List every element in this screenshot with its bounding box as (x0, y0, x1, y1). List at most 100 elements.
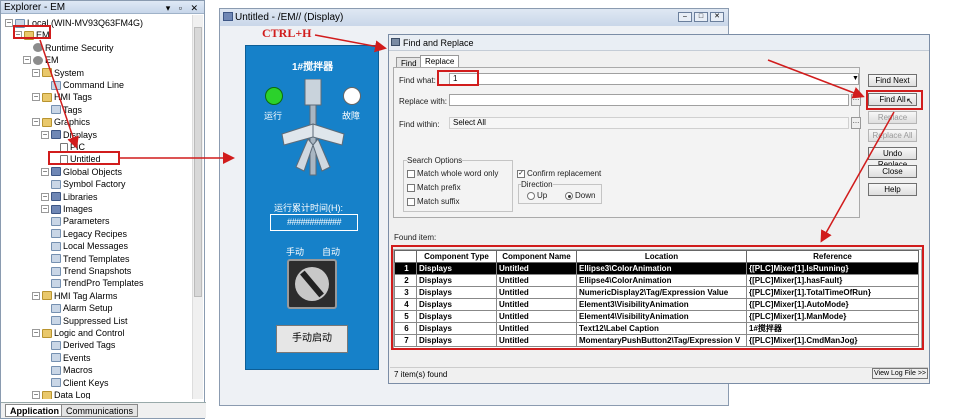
direction-up-option[interactable]: Up (527, 191, 547, 200)
view-log-button[interactable]: View Log File >> (872, 368, 928, 379)
explorer-window-controls[interactable]: ▾ ▫ ✕ (166, 2, 201, 15)
tree-item[interactable]: − Images (41, 203, 93, 215)
tree-item-label: Parameters (63, 216, 110, 227)
component-icon (51, 179, 61, 189)
find-within-input[interactable]: Select All (449, 117, 849, 129)
expand-toggle-icon[interactable]: − (41, 192, 49, 201)
minimize-button[interactable]: – (678, 12, 692, 22)
folder-icon (42, 390, 52, 399)
tree-item[interactable]: Local Messages (41, 240, 128, 252)
explorer-tree[interactable]: − Local (WIN-MV93Q63FM4G) − EM Runtime Secur… (1, 15, 191, 399)
tree-item[interactable]: − Global Objects (41, 166, 122, 178)
expand-toggle-icon[interactable]: − (32, 118, 40, 127)
expand-toggle-icon[interactable]: − (41, 205, 49, 213)
runtime-label: 运行累计时间(H): (274, 203, 343, 213)
match-prefix-option[interactable]: Match prefix (407, 183, 461, 192)
replace-with-input[interactable] (449, 94, 849, 106)
tree-item[interactable]: Symbol Factory (41, 178, 126, 190)
dialog-icon (391, 38, 400, 46)
expand-toggle-icon[interactable]: − (5, 19, 13, 27)
expand-toggle-icon[interactable]: − (32, 93, 40, 102)
tab-communications[interactable]: Communications (61, 404, 139, 417)
tree-item[interactable]: − Logic and Control (32, 327, 125, 339)
tree-item[interactable]: Legacy Recipes (41, 228, 127, 240)
expand-toggle-icon[interactable]: − (41, 130, 49, 139)
chevron-down-icon[interactable]: ▼ (851, 73, 860, 84)
highlight-find-what (437, 70, 479, 86)
expand-toggle-icon[interactable]: − (32, 68, 40, 77)
direction-up-radio[interactable] (527, 191, 535, 200)
tree-item[interactable]: Trend Templates (41, 253, 130, 265)
confirm-replacement-option[interactable]: ✓ Confirm replacement (517, 169, 601, 178)
tree-item-label: Global Objects (63, 166, 123, 177)
expand-toggle-icon[interactable]: − (41, 167, 49, 176)
tree-item[interactable]: TrendPro Templates (41, 277, 144, 289)
display-icon (51, 167, 61, 177)
folder-icon (42, 92, 52, 102)
match-whole-word-option[interactable]: Match whole word only (407, 169, 498, 178)
tree-item-label: Trend Templates (63, 253, 130, 264)
expand-toggle-icon[interactable]: − (23, 56, 31, 65)
tree-item[interactable]: − System (32, 67, 84, 79)
scroll-thumb[interactable] (194, 27, 202, 297)
tree-item[interactable]: Trend Snapshots (41, 265, 131, 277)
runtime-display: ############ (270, 214, 358, 231)
tree-item[interactable]: Suppressed List (41, 315, 128, 327)
tree-item[interactable]: − Libraries (41, 191, 98, 203)
direction-down-radio[interactable] (565, 191, 573, 200)
match-whole-word-checkbox[interactable] (407, 169, 415, 178)
explorer-scrollbar[interactable] (192, 15, 203, 399)
close-button[interactable]: ✕ (710, 12, 724, 22)
undo-replace-button[interactable]: Undo Replace (868, 147, 917, 169)
close-dialog-button[interactable]: Close (868, 165, 917, 178)
tree-item[interactable]: Command Line (41, 79, 124, 91)
maximize-button[interactable]: □ (694, 12, 708, 22)
tree-item[interactable]: − EM (23, 54, 59, 66)
tree-item-label: Events (63, 352, 91, 363)
direction-down-option[interactable]: Down (565, 191, 595, 200)
tree-item-label: Suppressed List (63, 315, 128, 326)
tree-item[interactable]: − Displays (41, 129, 97, 141)
component-icon (51, 266, 61, 276)
match-suffix-option[interactable]: Match suffix (407, 197, 460, 206)
replace-button[interactable]: Replace (868, 111, 917, 124)
component-icon (51, 254, 61, 264)
tree-item[interactable]: Runtime Security (23, 42, 114, 54)
tree-item[interactable]: − Data Log (32, 389, 91, 399)
match-prefix-checkbox[interactable] (407, 183, 415, 192)
component-icon (51, 229, 61, 239)
help-button[interactable]: Help (868, 183, 917, 196)
expand-toggle-icon[interactable]: − (32, 329, 40, 337)
tree-item[interactable]: Tags (41, 104, 82, 116)
tree-item[interactable]: − Graphics (32, 116, 90, 128)
match-suffix-checkbox[interactable] (407, 197, 415, 206)
tree-item[interactable]: Parameters (41, 215, 110, 227)
tree-item[interactable]: − HMI Tags (32, 91, 92, 103)
tree-item[interactable]: − HMI Tag Alarms (32, 290, 117, 302)
tree-item[interactable]: Macros (41, 364, 93, 376)
tree-item[interactable]: Alarm Setup (41, 302, 113, 314)
expand-toggle-icon[interactable]: − (32, 391, 40, 399)
tree-item-label: Trend Snapshots (63, 266, 132, 276)
status-bar: 7 item(s) found (390, 367, 928, 381)
mode-selector-switch[interactable] (287, 259, 337, 309)
manual-start-button[interactable]: 手动启动 (276, 325, 348, 353)
find-within-browse-button[interactable]: … (851, 117, 861, 129)
find-what-label: Find what: (399, 76, 436, 85)
tab-application[interactable]: Application (5, 404, 64, 417)
tree-item[interactable]: Events (41, 352, 91, 364)
find-replace-titlebar: Find and Replace (389, 35, 929, 51)
find-next-button[interactable]: Find Next (868, 74, 917, 87)
find-what-input[interactable]: 1 (449, 73, 859, 85)
replace-browse-button[interactable]: … (851, 94, 861, 106)
tree-item[interactable]: Client Keys (41, 377, 109, 389)
tree-item[interactable]: Derived Tags (41, 339, 115, 351)
replace-all-button[interactable]: Replace All (868, 129, 917, 142)
tree-item-label: Tags (63, 104, 83, 115)
explorer-panel: Explorer - EM ▾ ▫ ✕ − Local (WIN-MV93Q63F… (0, 0, 206, 419)
expand-toggle-icon[interactable]: − (32, 291, 40, 300)
status-text: 7 item(s) found (394, 370, 448, 379)
tree-item-label: Libraries (63, 191, 98, 202)
confirm-replacement-checkbox[interactable]: ✓ (517, 169, 525, 178)
highlight-find-all (866, 90, 923, 110)
